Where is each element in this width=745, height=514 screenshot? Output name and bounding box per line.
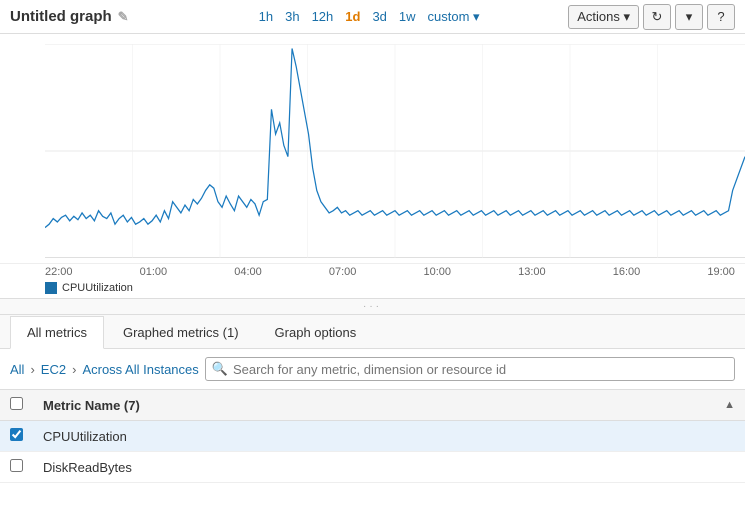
th-metric-name: Metric Name (7) ▲ xyxy=(33,390,745,421)
app-header: Untitled graph ✎ 1h 3h 12h 1d 3d 1w cust… xyxy=(0,0,745,34)
time-1d[interactable]: 1d xyxy=(345,9,360,24)
time-1h[interactable]: 1h xyxy=(259,9,273,24)
dropdown-button[interactable]: ▾ xyxy=(675,4,703,30)
row-2-checkbox[interactable] xyxy=(10,459,23,472)
actions-button[interactable]: Actions ▾ xyxy=(568,5,639,29)
time-1w[interactable]: 1w xyxy=(399,9,416,24)
breadcrumb-all[interactable]: All xyxy=(10,362,24,377)
breadcrumb-sep-1: › xyxy=(30,362,34,377)
tabs-container: All metrics Graphed metrics (1) Graph op… xyxy=(0,315,745,349)
edit-title-icon[interactable]: ✎ xyxy=(118,9,129,25)
tab-graph-options[interactable]: Graph options xyxy=(258,316,374,349)
legend-label: CPUUtilization xyxy=(62,282,133,294)
x-label-4: 07:00 xyxy=(329,266,357,278)
x-label-8: 19:00 xyxy=(707,266,735,278)
row-2-metric-name[interactable]: DiskReadBytes xyxy=(33,452,745,483)
legend-color-box xyxy=(45,282,57,294)
x-label-1: 22:00 xyxy=(45,266,73,278)
breadcrumb-sep-2: › xyxy=(72,362,76,377)
select-all-checkbox[interactable] xyxy=(10,397,23,410)
search-wrapper: 🔍 xyxy=(205,357,735,381)
time-controls: 1h 3h 12h 1d 3d 1w custom ▾ xyxy=(170,9,568,25)
search-icon: 🔍 xyxy=(212,361,228,377)
tab-all-metrics[interactable]: All metrics xyxy=(10,316,104,349)
time-12h[interactable]: 12h xyxy=(312,9,334,24)
help-button[interactable]: ? xyxy=(707,4,735,30)
th-metric-name-label: Metric Name (7) xyxy=(43,398,140,413)
chart-area xyxy=(45,44,745,258)
search-input[interactable] xyxy=(233,362,728,377)
th-checkbox xyxy=(0,390,33,421)
time-3d[interactable]: 3d xyxy=(372,9,386,24)
filter-bar: All › EC2 › Across All Instances 🔍 xyxy=(0,349,745,390)
x-label-2: 01:00 xyxy=(140,266,168,278)
table-row: DiskReadBytes xyxy=(0,452,745,483)
table-row: CPUUtilization xyxy=(0,421,745,452)
breadcrumb-ec2[interactable]: EC2 xyxy=(41,362,66,377)
time-3h[interactable]: 3h xyxy=(285,9,299,24)
chart-container: 0.1 0.05 0 xyxy=(0,34,745,264)
metrics-table: Metric Name (7) ▲ CPUUtilization DiskRea… xyxy=(0,390,745,483)
resize-handle[interactable]: ··· xyxy=(0,298,745,315)
x-label-5: 10:00 xyxy=(424,266,452,278)
refresh-button[interactable]: ↻ xyxy=(643,4,671,30)
row-1-metric-name[interactable]: CPUUtilization xyxy=(33,421,745,452)
x-label-7: 16:00 xyxy=(613,266,641,278)
chart-svg xyxy=(45,44,745,258)
row-1-checkbox-cell xyxy=(0,421,33,452)
graph-title: Untitled graph xyxy=(10,8,112,25)
x-axis: 22:00 01:00 04:00 07:00 10:00 13:00 16:0… xyxy=(0,264,745,278)
breadcrumb-instances[interactable]: Across All Instances xyxy=(82,362,198,377)
time-custom[interactable]: custom ▾ xyxy=(428,9,480,25)
x-label-6: 13:00 xyxy=(518,266,546,278)
header-actions: Actions ▾ ↻ ▾ ? xyxy=(568,4,735,30)
tab-graphed-metrics[interactable]: Graphed metrics (1) xyxy=(106,316,256,349)
row-2-checkbox-cell xyxy=(0,452,33,483)
row-1-checkbox[interactable] xyxy=(10,428,23,441)
x-label-3: 04:00 xyxy=(234,266,262,278)
chart-legend: CPUUtilization xyxy=(0,278,745,298)
table-header-row: Metric Name (7) ▲ xyxy=(0,390,745,421)
sort-arrow-icon[interactable]: ▲ xyxy=(724,399,735,411)
graph-title-container: Untitled graph ✎ xyxy=(10,8,170,25)
